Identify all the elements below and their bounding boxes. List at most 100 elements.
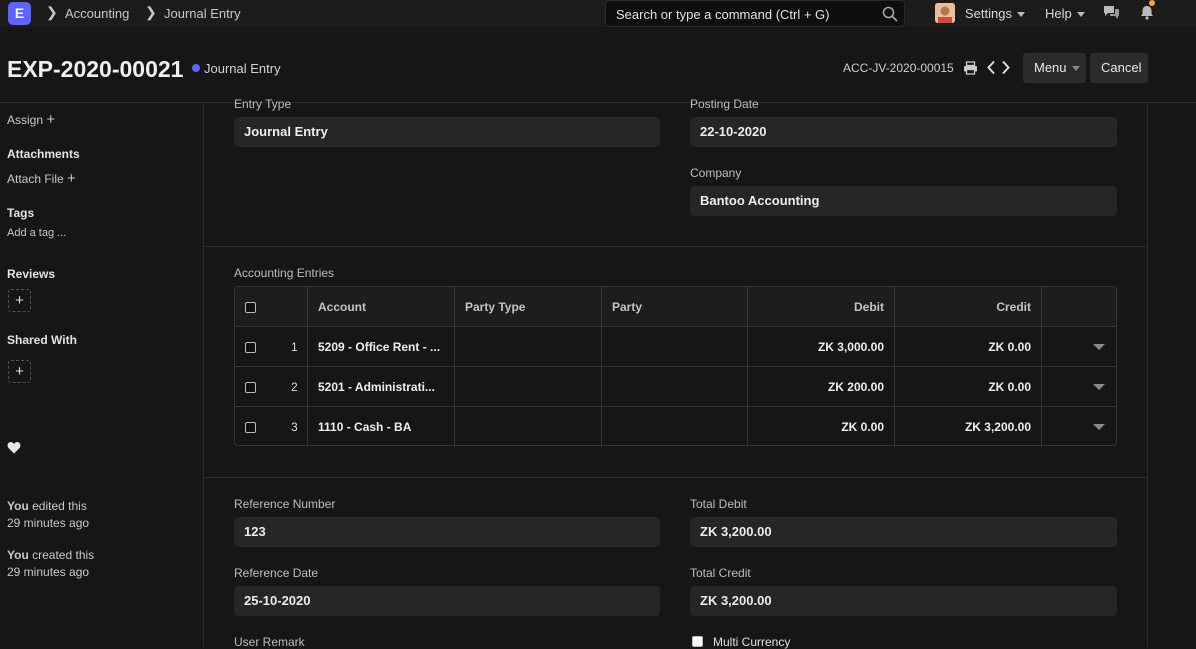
page-title: EXP-2020-00021 <box>7 56 184 82</box>
row-edit-caret-icon[interactable] <box>1093 344 1105 350</box>
chat-icon[interactable] <box>1103 5 1120 20</box>
row-index: 1 <box>291 340 298 354</box>
party-type-cell[interactable] <box>455 327 602 367</box>
company-field[interactable]: Bantoo Accounting <box>690 186 1117 216</box>
row-index: 2 <box>291 380 298 394</box>
add-review-button[interactable]: + <box>8 289 31 312</box>
attach-file-link[interactable]: Attach File + <box>7 170 76 187</box>
row-select-cell: 2 <box>235 367 308 407</box>
plus-icon: + <box>67 170 76 187</box>
reference-date-label: Reference Date <box>234 566 319 580</box>
row-edit-caret-icon[interactable] <box>1093 424 1105 430</box>
total-debit-field: ZK 3,200.00 <box>690 517 1117 547</box>
activity-actor: You <box>7 499 29 513</box>
party-type-cell[interactable] <box>455 407 602 445</box>
tags-heading: Tags <box>7 206 35 220</box>
credit-cell[interactable]: ZK 0.00 <box>895 367 1042 407</box>
assign-label: Assign <box>7 113 44 127</box>
total-debit-label: Total Debit <box>690 497 747 511</box>
caret-down-icon <box>1016 12 1025 18</box>
print-icon[interactable] <box>963 61 978 75</box>
row-checkbox[interactable] <box>245 422 256 433</box>
navbar: E ❯ Accounting ❯ Journal Entry Search or… <box>0 0 1196 27</box>
heart-icon[interactable] <box>7 441 21 454</box>
reference-number-field[interactable]: 123 <box>234 517 660 547</box>
party-type-cell[interactable] <box>455 367 602 407</box>
party-cell[interactable] <box>602 327 748 367</box>
select-all-cell <box>235 287 308 327</box>
activity-item: You created this <box>7 548 94 562</box>
debit-cell[interactable]: ZK 200.00 <box>748 367 895 407</box>
chevron-right-icon: ❯ <box>145 4 157 20</box>
table-row[interactable]: 3 1110 - Cash - BA ZK 0.00 ZK 3,200.00 <box>235 407 1116 445</box>
menu-button[interactable]: Menu <box>1023 53 1086 83</box>
row-checkbox[interactable] <box>245 342 256 353</box>
status-indicator-dot <box>192 64 200 72</box>
row-edit-caret-icon[interactable] <box>1093 384 1105 390</box>
total-credit-field: ZK 3,200.00 <box>690 586 1117 616</box>
column-header-party: Party <box>602 287 748 327</box>
shared-with-heading: Shared With <box>7 333 77 347</box>
activity-time: 29 minutes ago <box>7 565 90 579</box>
add-tag-link[interactable]: Add a tag ... <box>7 227 66 239</box>
chevron-left-icon[interactable] <box>986 60 996 75</box>
settings-dropdown[interactable]: Settings <box>965 6 1025 21</box>
assign-link[interactable]: Assign + <box>7 111 55 128</box>
table-row[interactable]: 2 5201 - Administrati... ZK 200.00 ZK 0.… <box>235 367 1116 407</box>
search-input[interactable]: Search or type a command (Ctrl + G) <box>605 0 905 27</box>
row-checkbox[interactable] <box>245 382 256 393</box>
notification-dot <box>1149 0 1155 6</box>
cancel-button-label: Cancel <box>1101 60 1142 75</box>
help-dropdown[interactable]: Help <box>1045 6 1085 21</box>
bell-icon[interactable] <box>1140 5 1154 20</box>
document-reference: ACC-JV-2020-00015 <box>843 61 954 75</box>
activity-action: edited this <box>32 499 87 513</box>
reviews-heading: Reviews <box>7 267 56 281</box>
credit-cell[interactable]: ZK 3,200.00 <box>895 407 1042 445</box>
add-share-button[interactable]: + <box>8 360 31 383</box>
app-logo[interactable]: E <box>8 2 31 25</box>
search-icon <box>882 6 898 22</box>
caret-down-icon <box>1071 66 1080 72</box>
total-credit-label: Total Credit <box>690 566 751 580</box>
attach-file-label: Attach File <box>7 172 64 186</box>
posting-date-field[interactable]: 22-10-2020 <box>690 117 1117 147</box>
help-label: Help <box>1045 6 1072 21</box>
activity-time: 29 minutes ago <box>7 516 90 530</box>
account-cell[interactable]: 5201 - Administrati... <box>308 367 455 407</box>
avatar[interactable] <box>935 3 955 23</box>
column-header-party-type: Party Type <box>455 287 602 327</box>
table-row[interactable]: 1 5209 - Office Rent - ... ZK 3,000.00 Z… <box>235 327 1116 367</box>
reference-date-field[interactable]: 25-10-2020 <box>234 586 660 616</box>
debit-cell[interactable]: ZK 3,000.00 <box>748 327 895 367</box>
column-header-credit: Credit <box>895 287 1042 327</box>
status-badge: Journal Entry <box>204 61 281 76</box>
party-cell[interactable] <box>602 407 748 445</box>
activity-actor: You <box>7 548 29 562</box>
accounting-entries-label: Accounting Entries <box>234 266 335 280</box>
table-header-row: Account Party Type Party Debit Credit <box>235 287 1116 327</box>
chevron-right-icon[interactable] <box>1001 60 1011 75</box>
accounting-entries-table: Account Party Type Party Debit Credit 1 … <box>234 286 1117 446</box>
column-header-debit: Debit <box>748 287 895 327</box>
account-cell[interactable]: 1110 - Cash - BA <box>308 407 455 445</box>
posting-date-label: Posting Date <box>690 97 759 111</box>
settings-label: Settings <box>965 6 1012 21</box>
multi-currency-checkbox[interactable] <box>692 636 703 647</box>
attachments-heading: Attachments <box>7 147 80 161</box>
credit-cell[interactable]: ZK 0.00 <box>895 327 1042 367</box>
entry-type-field[interactable]: Journal Entry <box>234 117 660 147</box>
row-select-cell: 1 <box>235 327 308 367</box>
caret-down-icon <box>1076 12 1085 18</box>
select-all-checkbox[interactable] <box>245 302 256 313</box>
party-cell[interactable] <box>602 367 748 407</box>
activity-action: created this <box>32 548 95 562</box>
activity-item: You edited this <box>7 499 87 513</box>
column-header-account: Account <box>308 287 455 327</box>
breadcrumb-journal-entry[interactable]: Journal Entry <box>164 6 241 21</box>
row-index: 3 <box>291 420 298 434</box>
breadcrumb-accounting[interactable]: Accounting <box>65 6 129 21</box>
debit-cell[interactable]: ZK 0.00 <box>748 407 895 445</box>
account-cell[interactable]: 5209 - Office Rent - ... <box>308 327 455 367</box>
cancel-button[interactable]: Cancel <box>1090 53 1148 83</box>
